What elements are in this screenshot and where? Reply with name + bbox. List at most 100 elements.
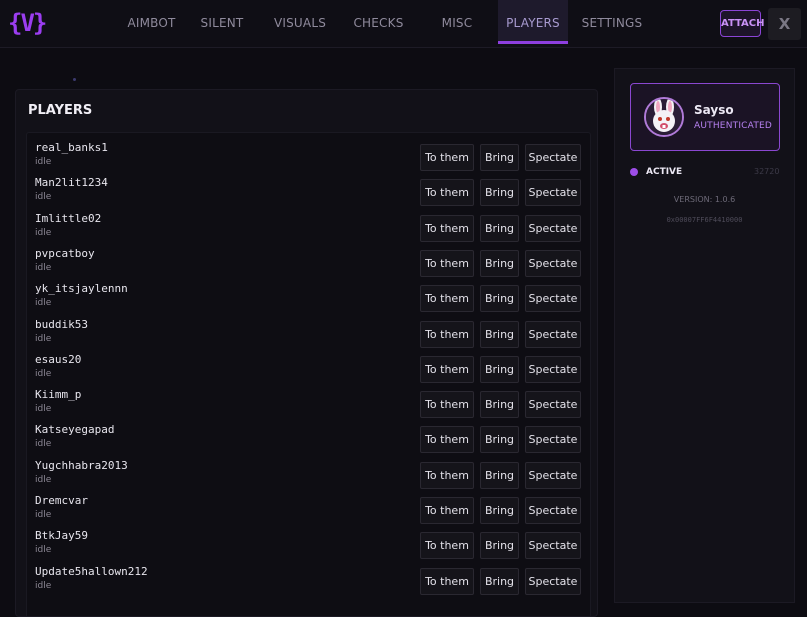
bring-button[interactable]: Bring: [480, 532, 519, 560]
player-row: esaus20 idle To them Bring Spectate: [27, 352, 590, 388]
player-status: idle: [35, 227, 52, 238]
bunny-avatar-icon: [644, 97, 684, 137]
spectate-button[interactable]: Spectate: [525, 391, 581, 419]
spectate-button[interactable]: Spectate: [525, 567, 581, 595]
panel-title: PLAYERS: [28, 103, 93, 118]
bring-button[interactable]: Bring: [480, 497, 519, 524]
player-status: idle: [35, 510, 52, 520]
close-button[interactable]: X: [768, 8, 801, 40]
tab-aimbot[interactable]: AIMBOT: [118, 0, 185, 45]
player-status: idle: [35, 157, 52, 167]
player-row: Kiimm_p idle To them Bring Spectate: [27, 388, 590, 423]
attach-button[interactable]: ATTACH: [720, 10, 765, 37]
spectate-button[interactable]: Spectate: [525, 214, 581, 242]
bring-button[interactable]: Bring: [480, 214, 519, 242]
active-count: 32720: [754, 167, 780, 176]
player-name: Update5hallown212: [35, 564, 148, 578]
spectate-button[interactable]: Spectate: [525, 355, 581, 383]
spectate-button[interactable]: Spectate: [525, 461, 581, 489]
bring-button[interactable]: Bring: [480, 426, 519, 454]
version-label: VERSION: 1.0.6: [673, 195, 736, 204]
to-them-button[interactable]: To them: [420, 567, 474, 595]
player-name: pvpcatboy: [35, 246, 95, 260]
spectate-button[interactable]: Spectate: [525, 179, 581, 207]
players-panel: PLAYERS real_banks1 idle To them Bring Spect…: [15, 89, 598, 617]
to-them-button[interactable]: To them: [420, 179, 474, 207]
bring-button[interactable]: Bring: [480, 461, 519, 489]
player-row: Man2lit1234 idle To them Bring Spectate: [27, 176, 590, 211]
auth-status: AUTHENTICATED: [694, 121, 773, 131]
to-them-button[interactable]: To them: [420, 532, 474, 560]
player-status: idle: [35, 404, 52, 415]
to-them-button[interactable]: To them: [420, 285, 474, 313]
tab-players[interactable]: PLAYERS: [498, 0, 568, 44]
player-name: esaus20: [35, 352, 82, 366]
spectate-button[interactable]: Spectate: [525, 144, 581, 171]
to-them-button[interactable]: To them: [420, 355, 474, 383]
player-status: idle: [35, 192, 52, 203]
player-name: Imlittle02: [35, 211, 102, 225]
bring-button[interactable]: Bring: [480, 355, 519, 383]
profile-card: Sayso AUTHENTICATED: [630, 83, 780, 151]
active-label: ACTIVE: [646, 167, 683, 177]
player-status: idle: [35, 439, 52, 450]
status-side-panel: Sayso AUTHENTICATED ACTIVE 32720 VERSION…: [614, 68, 795, 603]
player-row: Imlittle02 idle To them Bring Spectate: [27, 211, 590, 247]
player-row: pvpcatboy idle To them Bring Spectate: [27, 246, 590, 282]
active-indicator-icon: [630, 168, 638, 176]
tab-settings[interactable]: SETTINGS: [568, 0, 656, 45]
player-row: Update5hallown212 idle To them Bring Spectat…: [27, 564, 590, 600]
player-row: Katseyegapad idle To them Bring Spectate: [27, 423, 590, 458]
player-row: yk_itsjaylennnidle To them Bring Spectate: [27, 282, 590, 317]
tab-checks[interactable]: CHECKS: [341, 0, 416, 45]
player-name: yk_itsjaylennn: [35, 282, 128, 296]
to-them-button[interactable]: To them: [420, 461, 474, 489]
tab-silent[interactable]: SILENT: [185, 0, 259, 45]
to-them-button[interactable]: To them: [420, 426, 474, 454]
bring-button[interactable]: Bring: [480, 391, 519, 419]
bring-button[interactable]: Bring: [480, 567, 519, 595]
app-logo: {V}: [8, 9, 47, 37]
player-name: Man2lit1234: [35, 176, 108, 190]
bring-button[interactable]: Bring: [480, 179, 519, 207]
player-status: idle: [35, 298, 52, 309]
player-name: Katseyegapad: [35, 423, 115, 437]
player-name: Yugchhabra2013: [35, 458, 128, 472]
to-them-button[interactable]: To them: [420, 249, 474, 277]
player-status: idle: [35, 368, 52, 379]
username: Sayso: [694, 103, 734, 117]
spectate-button[interactable]: Spectate: [525, 426, 581, 454]
tab-visuals[interactable]: VISUALS: [259, 0, 341, 45]
spectate-button[interactable]: Spectate: [525, 532, 581, 560]
spectate-button[interactable]: Spectate: [525, 249, 581, 277]
spectate-button[interactable]: Spectate: [525, 320, 581, 348]
player-name: BtkJay59: [35, 529, 88, 543]
player-name: Dremcvar: [35, 494, 88, 507]
bring-button[interactable]: Bring: [480, 249, 519, 277]
player-row: Yugchhabra2013 idle To them Bring Spectate: [27, 458, 590, 494]
player-list[interactable]: real_banks1 idle To them Bring Spectate Man2l…: [26, 132, 591, 616]
spectate-button[interactable]: Spectate: [525, 497, 581, 524]
player-row: Dremcvar idle To them Bring Spectate: [27, 494, 590, 529]
player-row: BtkJay59 idle To them Bring Spectate: [27, 529, 590, 564]
player-status: idle: [35, 262, 52, 273]
bring-button[interactable]: Bring: [480, 285, 519, 313]
to-them-button[interactable]: To them: [420, 214, 474, 242]
top-nav-bar: {V} AIMBOT SILENT VISUALS CHECKS MISC PLAYERS…: [0, 0, 807, 48]
nav-tabs: AIMBOT SILENT VISUALS CHECKS MISC PLAYERS SETT…: [118, 0, 656, 48]
player-name: real_banks1: [35, 141, 108, 154]
player-name: buddik53: [35, 317, 88, 331]
tab-misc[interactable]: MISC: [416, 0, 498, 45]
to-them-button[interactable]: To them: [420, 320, 474, 348]
player-status: idle: [35, 545, 52, 556]
bring-button[interactable]: Bring: [480, 320, 519, 348]
player-status: idle: [35, 580, 52, 591]
bring-button[interactable]: Bring: [480, 144, 519, 171]
to-them-button[interactable]: To them: [420, 144, 474, 171]
player-row: real_banks1idle To them Bring Spectate: [27, 141, 590, 176]
to-them-button[interactable]: To them: [420, 497, 474, 524]
spectate-button[interactable]: Spectate: [525, 285, 581, 313]
player-status: idle: [35, 474, 52, 485]
player-row: buddik53 idle To them Bring Spectate: [27, 317, 590, 353]
to-them-button[interactable]: To them: [420, 391, 474, 419]
